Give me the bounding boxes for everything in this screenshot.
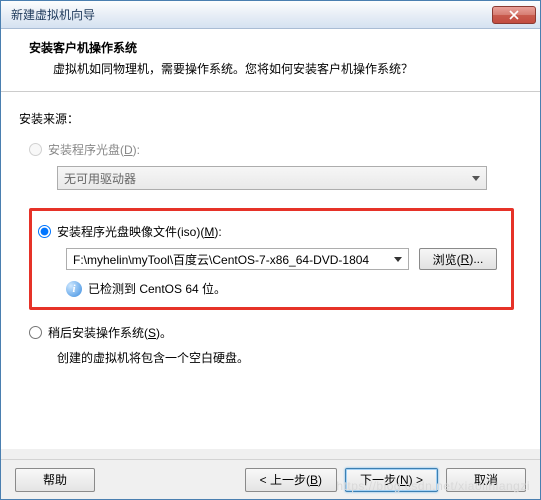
detect-text: 已检测到 CentOS 64 位。: [88, 280, 226, 297]
radio-later-label: 稍后安装操作系统(S)。: [48, 324, 172, 341]
radio-later-row[interactable]: 稍后安装操作系统(S)。: [29, 324, 522, 341]
radio-iso-row[interactable]: 安装程序光盘映像文件(iso)(M):: [38, 223, 497, 240]
disc-drive-value: 无可用驱动器: [64, 170, 136, 187]
radio-disc-label: 安装程序光盘(D):: [48, 141, 140, 158]
help-button[interactable]: 帮助: [15, 468, 95, 492]
iso-path-combobox[interactable]: F:\myhelin\myTool\百度云\CentOS-7-x86_64-DV…: [66, 248, 409, 270]
content-area: 安装客户机操作系统 虚拟机如同物理机，需要操作系统。您将如何安装客户机操作系统？…: [1, 29, 540, 449]
install-source-label: 安装来源：: [19, 110, 522, 127]
radio-later[interactable]: [29, 326, 42, 339]
chevron-down-icon: [472, 176, 480, 181]
radio-disc-row[interactable]: 安装程序光盘(D):: [29, 141, 522, 158]
body-section: 安装来源： 安装程序光盘(D): 无可用驱动器 安装程序: [1, 92, 540, 376]
close-icon: [509, 10, 519, 20]
back-button[interactable]: < 上一步(B): [245, 468, 337, 492]
radio-group: 安装程序光盘(D): 无可用驱动器 安装程序光盘映像文件(iso)(M):: [29, 141, 522, 366]
titlebar: 新建虚拟机向导: [1, 1, 540, 29]
iso-highlight-box: 安装程序光盘映像文件(iso)(M): F:\myhelin\myTool\百度…: [29, 208, 514, 310]
next-button[interactable]: 下一步(N) >: [345, 468, 438, 492]
radio-iso[interactable]: [38, 225, 51, 238]
disc-drive-dropdown[interactable]: 无可用驱动器: [57, 166, 487, 190]
iso-path-value: F:\myhelin\myTool\百度云\CentOS-7-x86_64-DV…: [73, 251, 369, 268]
footer: 帮助 < 上一步(B) 下一步(N) > 取消: [1, 459, 540, 499]
close-button[interactable]: [492, 6, 536, 24]
chevron-down-icon: [394, 257, 402, 262]
detect-row: i 已检测到 CentOS 64 位。: [66, 280, 497, 297]
info-icon: i: [66, 281, 82, 297]
radio-iso-label: 安装程序光盘映像文件(iso)(M):: [57, 223, 222, 240]
window-title: 新建虚拟机向导: [11, 6, 492, 23]
cancel-button[interactable]: 取消: [446, 468, 526, 492]
radio-disc[interactable]: [29, 143, 42, 156]
browse-button[interactable]: 浏览(R)...: [419, 248, 497, 270]
page-title: 安装客户机操作系统: [29, 39, 520, 56]
iso-path-row: F:\myhelin\myTool\百度云\CentOS-7-x86_64-DV…: [66, 248, 497, 270]
page-subtitle: 虚拟机如同物理机，需要操作系统。您将如何安装客户机操作系统？: [29, 60, 520, 77]
wizard-window: 新建虚拟机向导 安装客户机操作系统 虚拟机如同物理机，需要操作系统。您将如何安装…: [0, 0, 541, 500]
header-section: 安装客户机操作系统 虚拟机如同物理机，需要操作系统。您将如何安装客户机操作系统？: [1, 29, 540, 92]
later-note: 创建的虚拟机将包含一个空白硬盘。: [57, 349, 522, 366]
